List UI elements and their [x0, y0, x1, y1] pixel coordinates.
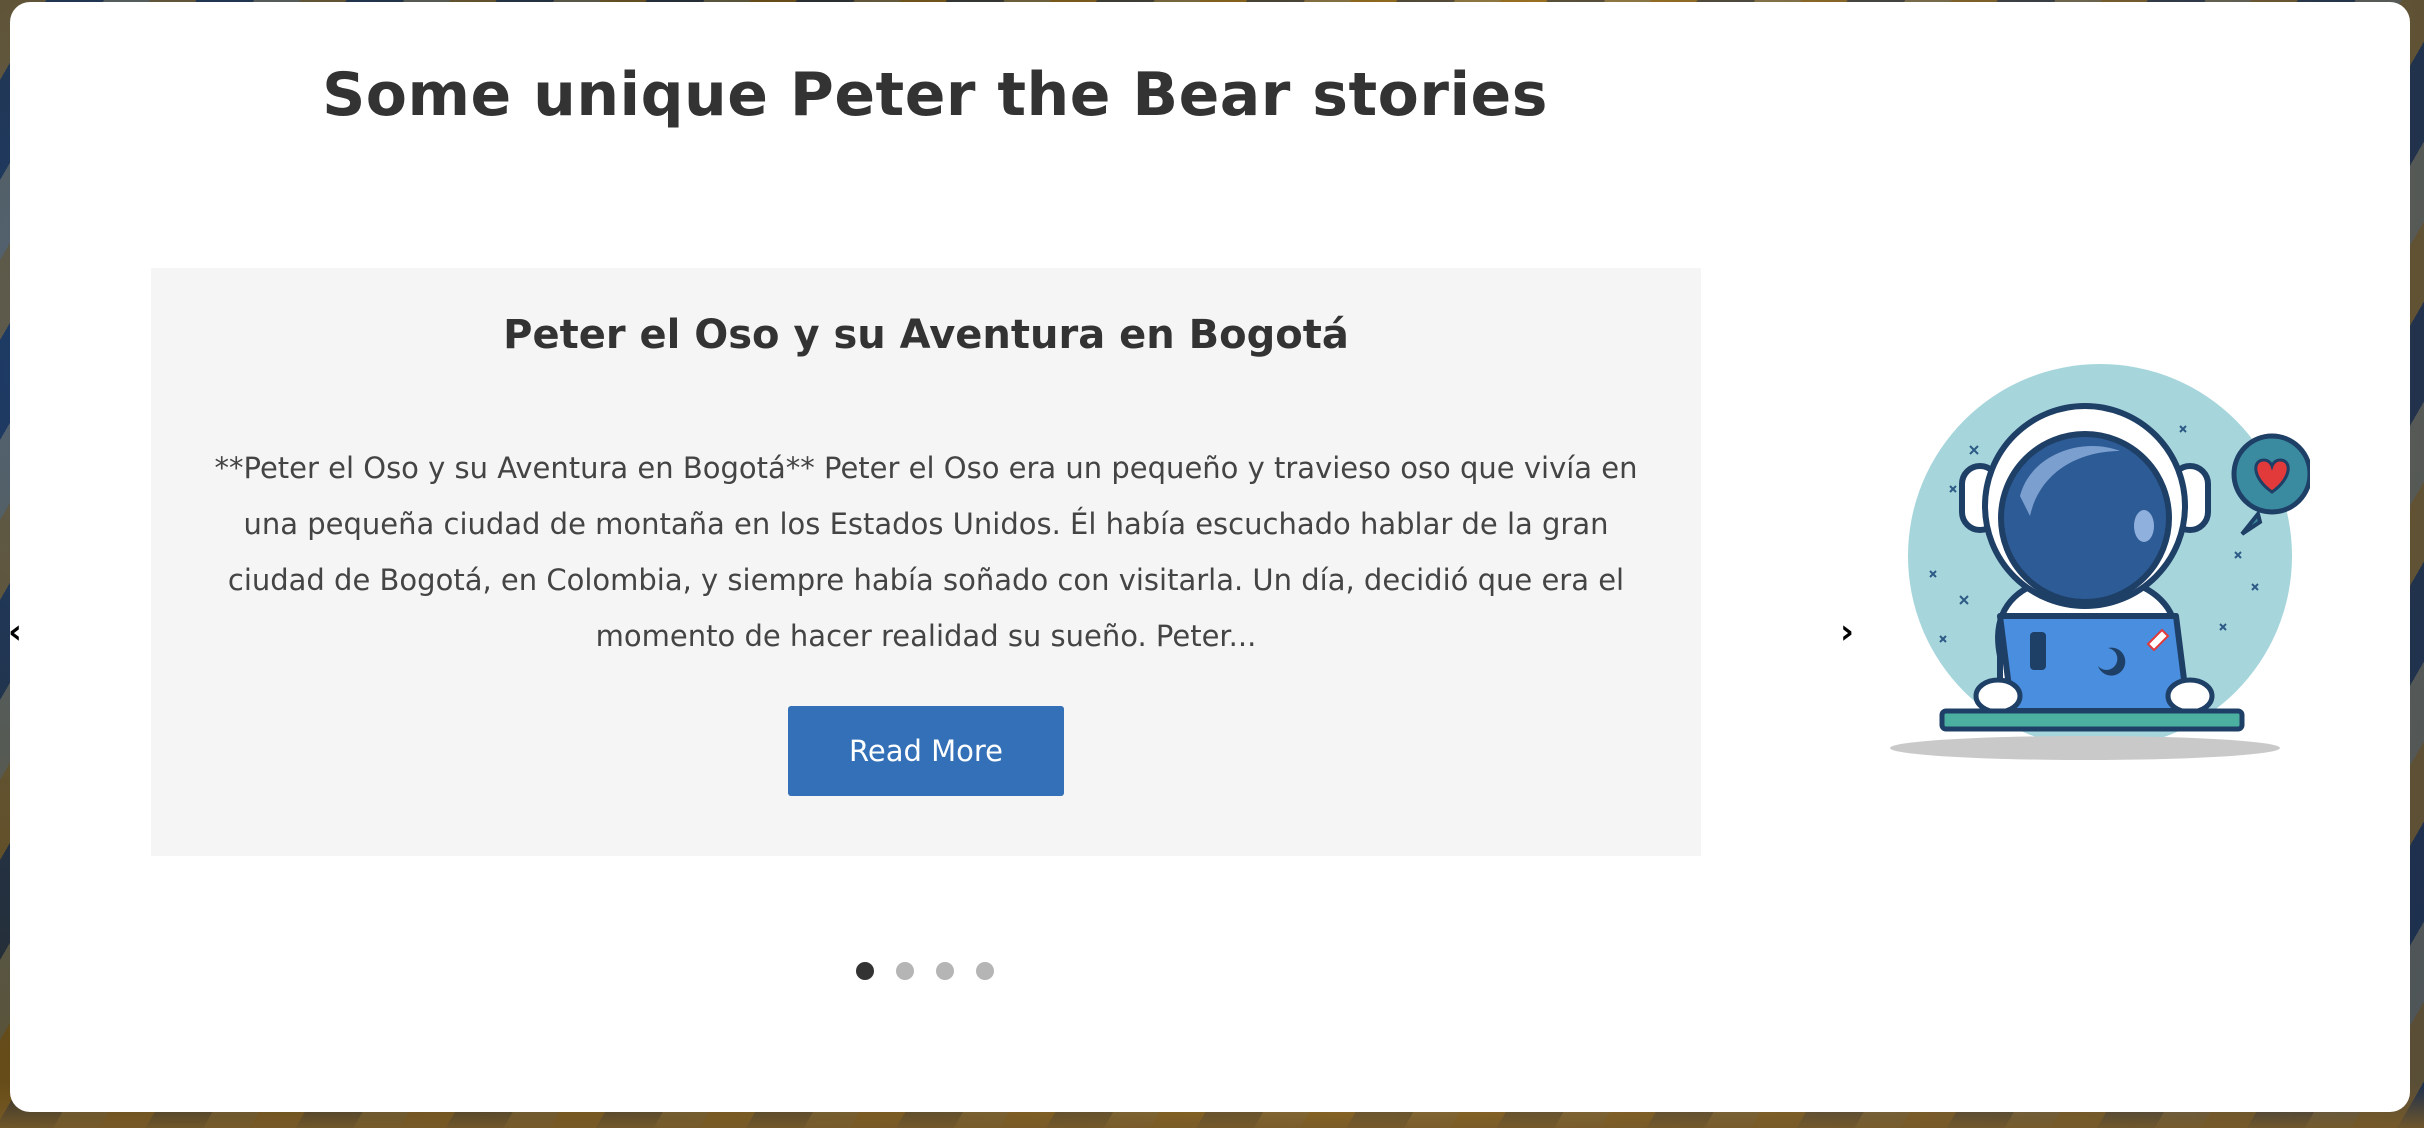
- story-card: Peter el Oso y su Aventura en Bogotá **P…: [151, 268, 1701, 856]
- stories-modal: Some unique Peter the Bear stories ‹ Pet…: [8, 2, 2410, 1112]
- carousel-dot-1[interactable]: [856, 962, 874, 980]
- story-title: Peter el Oso y su Aventura en Bogotá: [503, 312, 1349, 358]
- chevron-right-icon: ›: [1839, 612, 1854, 652]
- section-title: Some unique Peter the Bear stories: [322, 60, 1548, 130]
- carousel-next-button[interactable]: ›: [1832, 612, 1862, 652]
- carousel-dot-2[interactable]: [896, 962, 914, 980]
- carousel-dot-4[interactable]: [976, 962, 994, 980]
- carousel-dot-3[interactable]: [936, 962, 954, 980]
- story-excerpt: **Peter el Oso y su Aventura en Bogotá**…: [214, 451, 1638, 653]
- astronaut-with-laptop-illustration: [1890, 364, 2310, 760]
- chevron-left-icon: ‹: [7, 612, 22, 652]
- carousel-prev-button[interactable]: ‹: [0, 612, 30, 652]
- read-more-button[interactable]: Read More: [788, 706, 1064, 796]
- carousel-pagination: [856, 962, 994, 980]
